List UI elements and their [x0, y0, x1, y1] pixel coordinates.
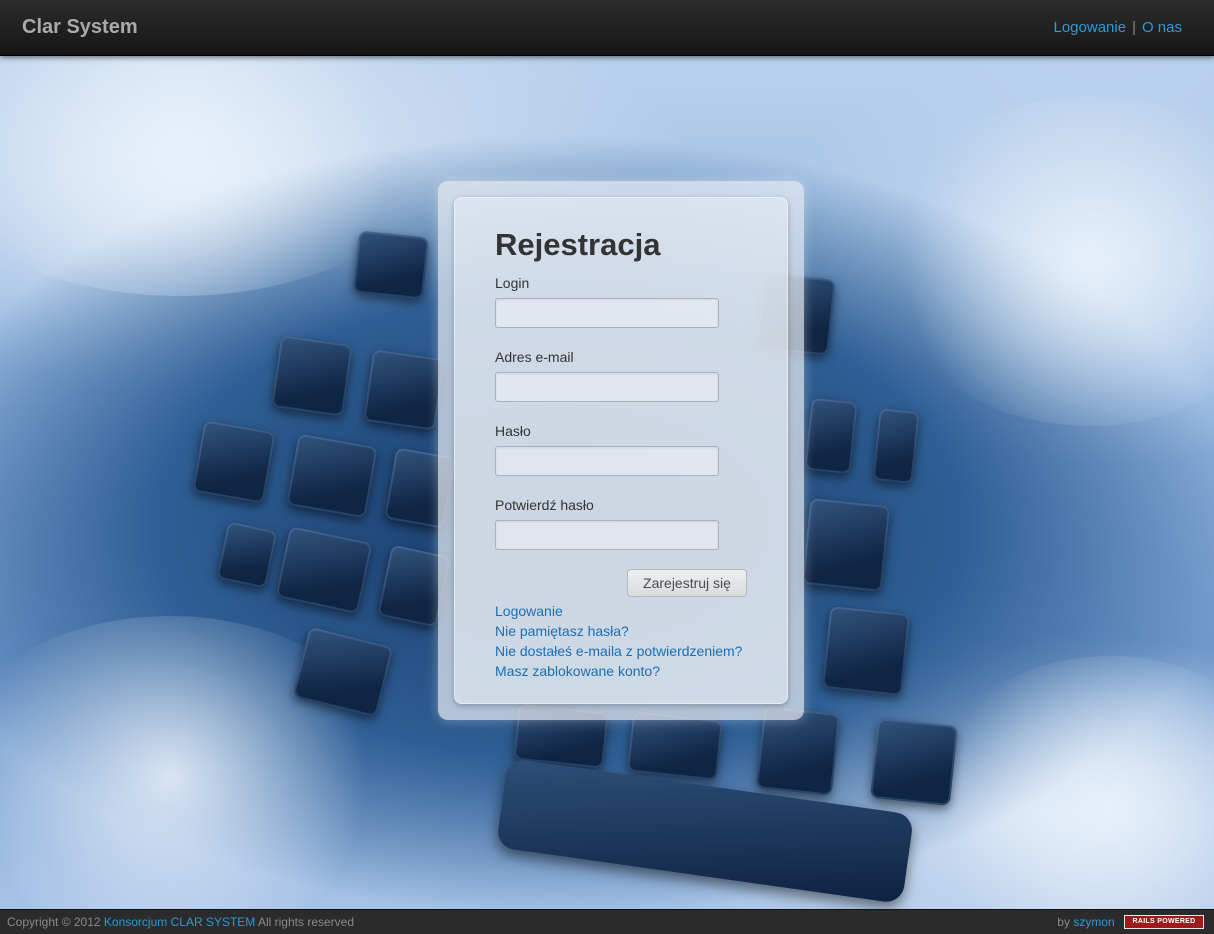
footer-credits: by szymon RAILS POWERED: [1057, 914, 1204, 930]
by-prefix: by: [1057, 915, 1070, 929]
foam-blob: [880, 96, 1214, 426]
forgot-password-link[interactable]: Nie pamiętasz hasła?: [495, 621, 775, 641]
form-title: Rejestracja: [495, 227, 661, 262]
keyboard-key: [627, 711, 723, 781]
email-label: Adres e-mail: [495, 349, 574, 365]
registration-panel: Rejestracja Login Adres e-mail Hasło Pot…: [438, 181, 804, 720]
keyboard-key: [804, 397, 858, 475]
form-links: Logowanie Nie pamiętasz hasła? Nie dosta…: [495, 601, 775, 681]
keyboard-key: [363, 349, 445, 431]
login-input[interactable]: [495, 298, 719, 328]
keyboard-key: [275, 526, 373, 614]
company-link[interactable]: Konsorcjum CLAR SYSTEM: [104, 915, 255, 929]
registration-panel-inner: Rejestracja Login Adres e-mail Hasło Pot…: [454, 197, 788, 704]
password-confirm-input[interactable]: [495, 520, 719, 550]
registration-form: Rejestracja Login Adres e-mail Hasło Pot…: [495, 227, 775, 681]
resend-confirmation-link[interactable]: Nie dostałeś e-maila z potwierdzeniem?: [495, 641, 775, 661]
copyright-prefix: Copyright © 2012: [7, 915, 101, 929]
author-link[interactable]: szymon: [1073, 915, 1114, 929]
rails-powered-badge[interactable]: RAILS POWERED: [1124, 914, 1204, 929]
keyboard-spacebar: [495, 757, 915, 905]
unlock-account-link[interactable]: Masz zablokowane konto?: [495, 661, 775, 681]
keyboard-key: [286, 433, 378, 519]
password-label: Hasło: [495, 423, 531, 439]
email-input[interactable]: [495, 372, 719, 402]
keyboard-key: [872, 408, 920, 484]
nav-login-link[interactable]: Logowanie: [1054, 19, 1127, 36]
top-navbar: Clar System Logowanie | O nas: [0, 0, 1214, 56]
keyboard-key: [352, 230, 430, 300]
footer: Copyright © 2012 Konsorcjum CLAR SYSTEM …: [0, 909, 1214, 934]
submit-row: Zarejestruj się: [495, 569, 775, 597]
keyboard-key: [821, 606, 911, 696]
keyboard-key: [192, 420, 276, 504]
keyboard-key: [216, 521, 278, 589]
foam-blob: [920, 656, 1214, 909]
login-link[interactable]: Logowanie: [495, 601, 775, 621]
nav-separator: |: [1132, 19, 1136, 36]
register-button[interactable]: Zarejestruj się: [627, 569, 747, 597]
footer-copyright: Copyright © 2012 Konsorcjum CLAR SYSTEM …: [7, 915, 354, 929]
keyboard-key: [271, 335, 353, 417]
keyboard-key: [870, 718, 958, 806]
top-nav-links: Logowanie | O nas: [1054, 19, 1183, 36]
brand-logo[interactable]: Clar System: [22, 16, 138, 39]
login-label: Login: [495, 275, 530, 291]
nav-about-link[interactable]: O nas: [1142, 19, 1182, 36]
password-confirm-label: Potwierdź hasło: [495, 497, 594, 513]
password-input[interactable]: [495, 446, 719, 476]
keyboard-key: [801, 498, 891, 592]
copyright-suffix: All rights reserved: [257, 915, 355, 929]
